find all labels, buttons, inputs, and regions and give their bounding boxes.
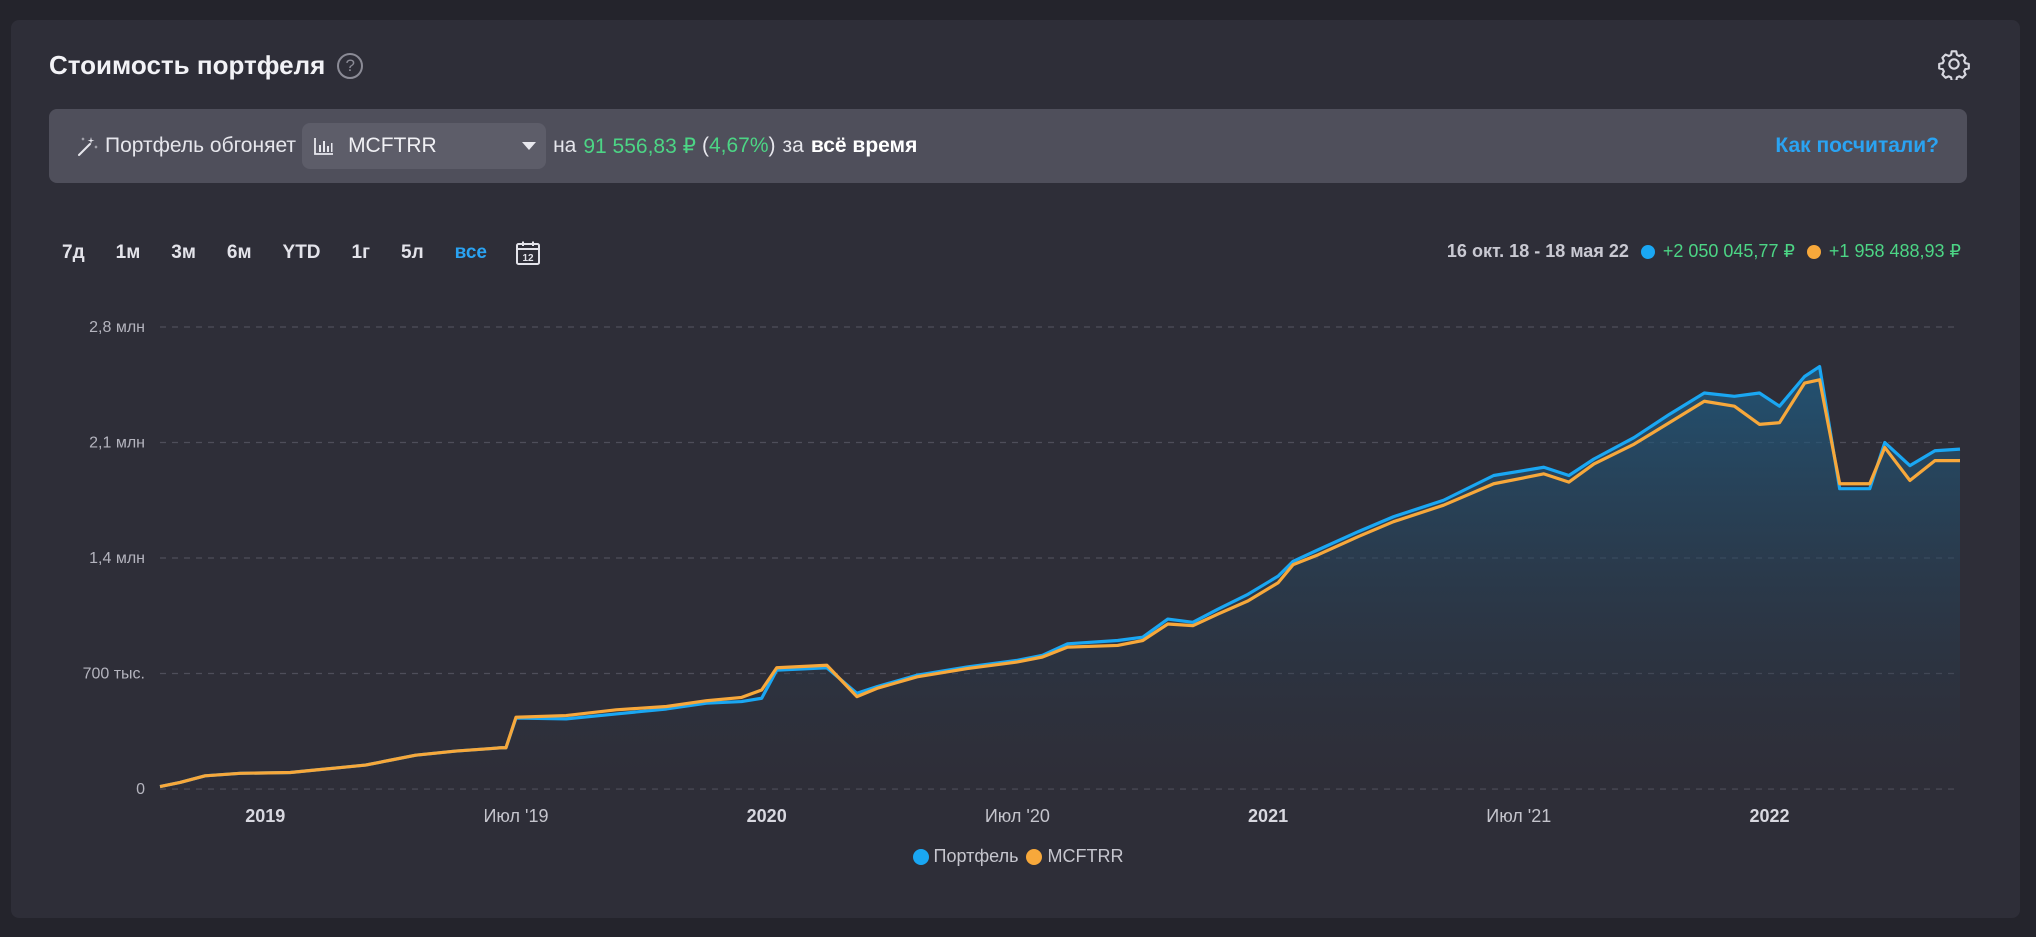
x-tick-label: 2019 bbox=[245, 806, 285, 826]
y-tick-label: 700 тыс. bbox=[83, 666, 145, 683]
portfolio-legend-dot-icon bbox=[912, 848, 929, 865]
benchmark-legend-dot-icon bbox=[1026, 848, 1043, 865]
portfolio-area bbox=[160, 366, 1960, 789]
x-tick-label: Июл '21 bbox=[1486, 806, 1551, 826]
x-tick-label: 2022 bbox=[1749, 806, 1789, 826]
y-tick-label: 2,8 млн bbox=[89, 319, 145, 336]
portfolio-chart[interactable]: 0 700 тыс. 1,4 млн 2,1 млн 2,8 млн 2019 Июл '… bbox=[0, 0, 2036, 937]
y-tick-label: 2,1 млн bbox=[89, 435, 145, 452]
chart-legend: Портфель MCFTRR bbox=[0, 846, 2036, 867]
x-tick-label: 2020 bbox=[747, 806, 787, 826]
legend-benchmark[interactable]: MCFTRR bbox=[1026, 846, 1123, 867]
legend-portfolio[interactable]: Портфель bbox=[912, 846, 1019, 867]
y-tick-label: 0 bbox=[136, 781, 145, 798]
legend-portfolio-label: Портфель bbox=[933, 846, 1019, 866]
x-tick-label: Июл '19 bbox=[483, 806, 548, 826]
y-tick-label: 1,4 млн bbox=[89, 550, 145, 567]
legend-benchmark-label: MCFTRR bbox=[1047, 846, 1124, 866]
x-tick-label: Июл '20 bbox=[985, 806, 1050, 826]
x-tick-label: 2021 bbox=[1248, 806, 1288, 826]
